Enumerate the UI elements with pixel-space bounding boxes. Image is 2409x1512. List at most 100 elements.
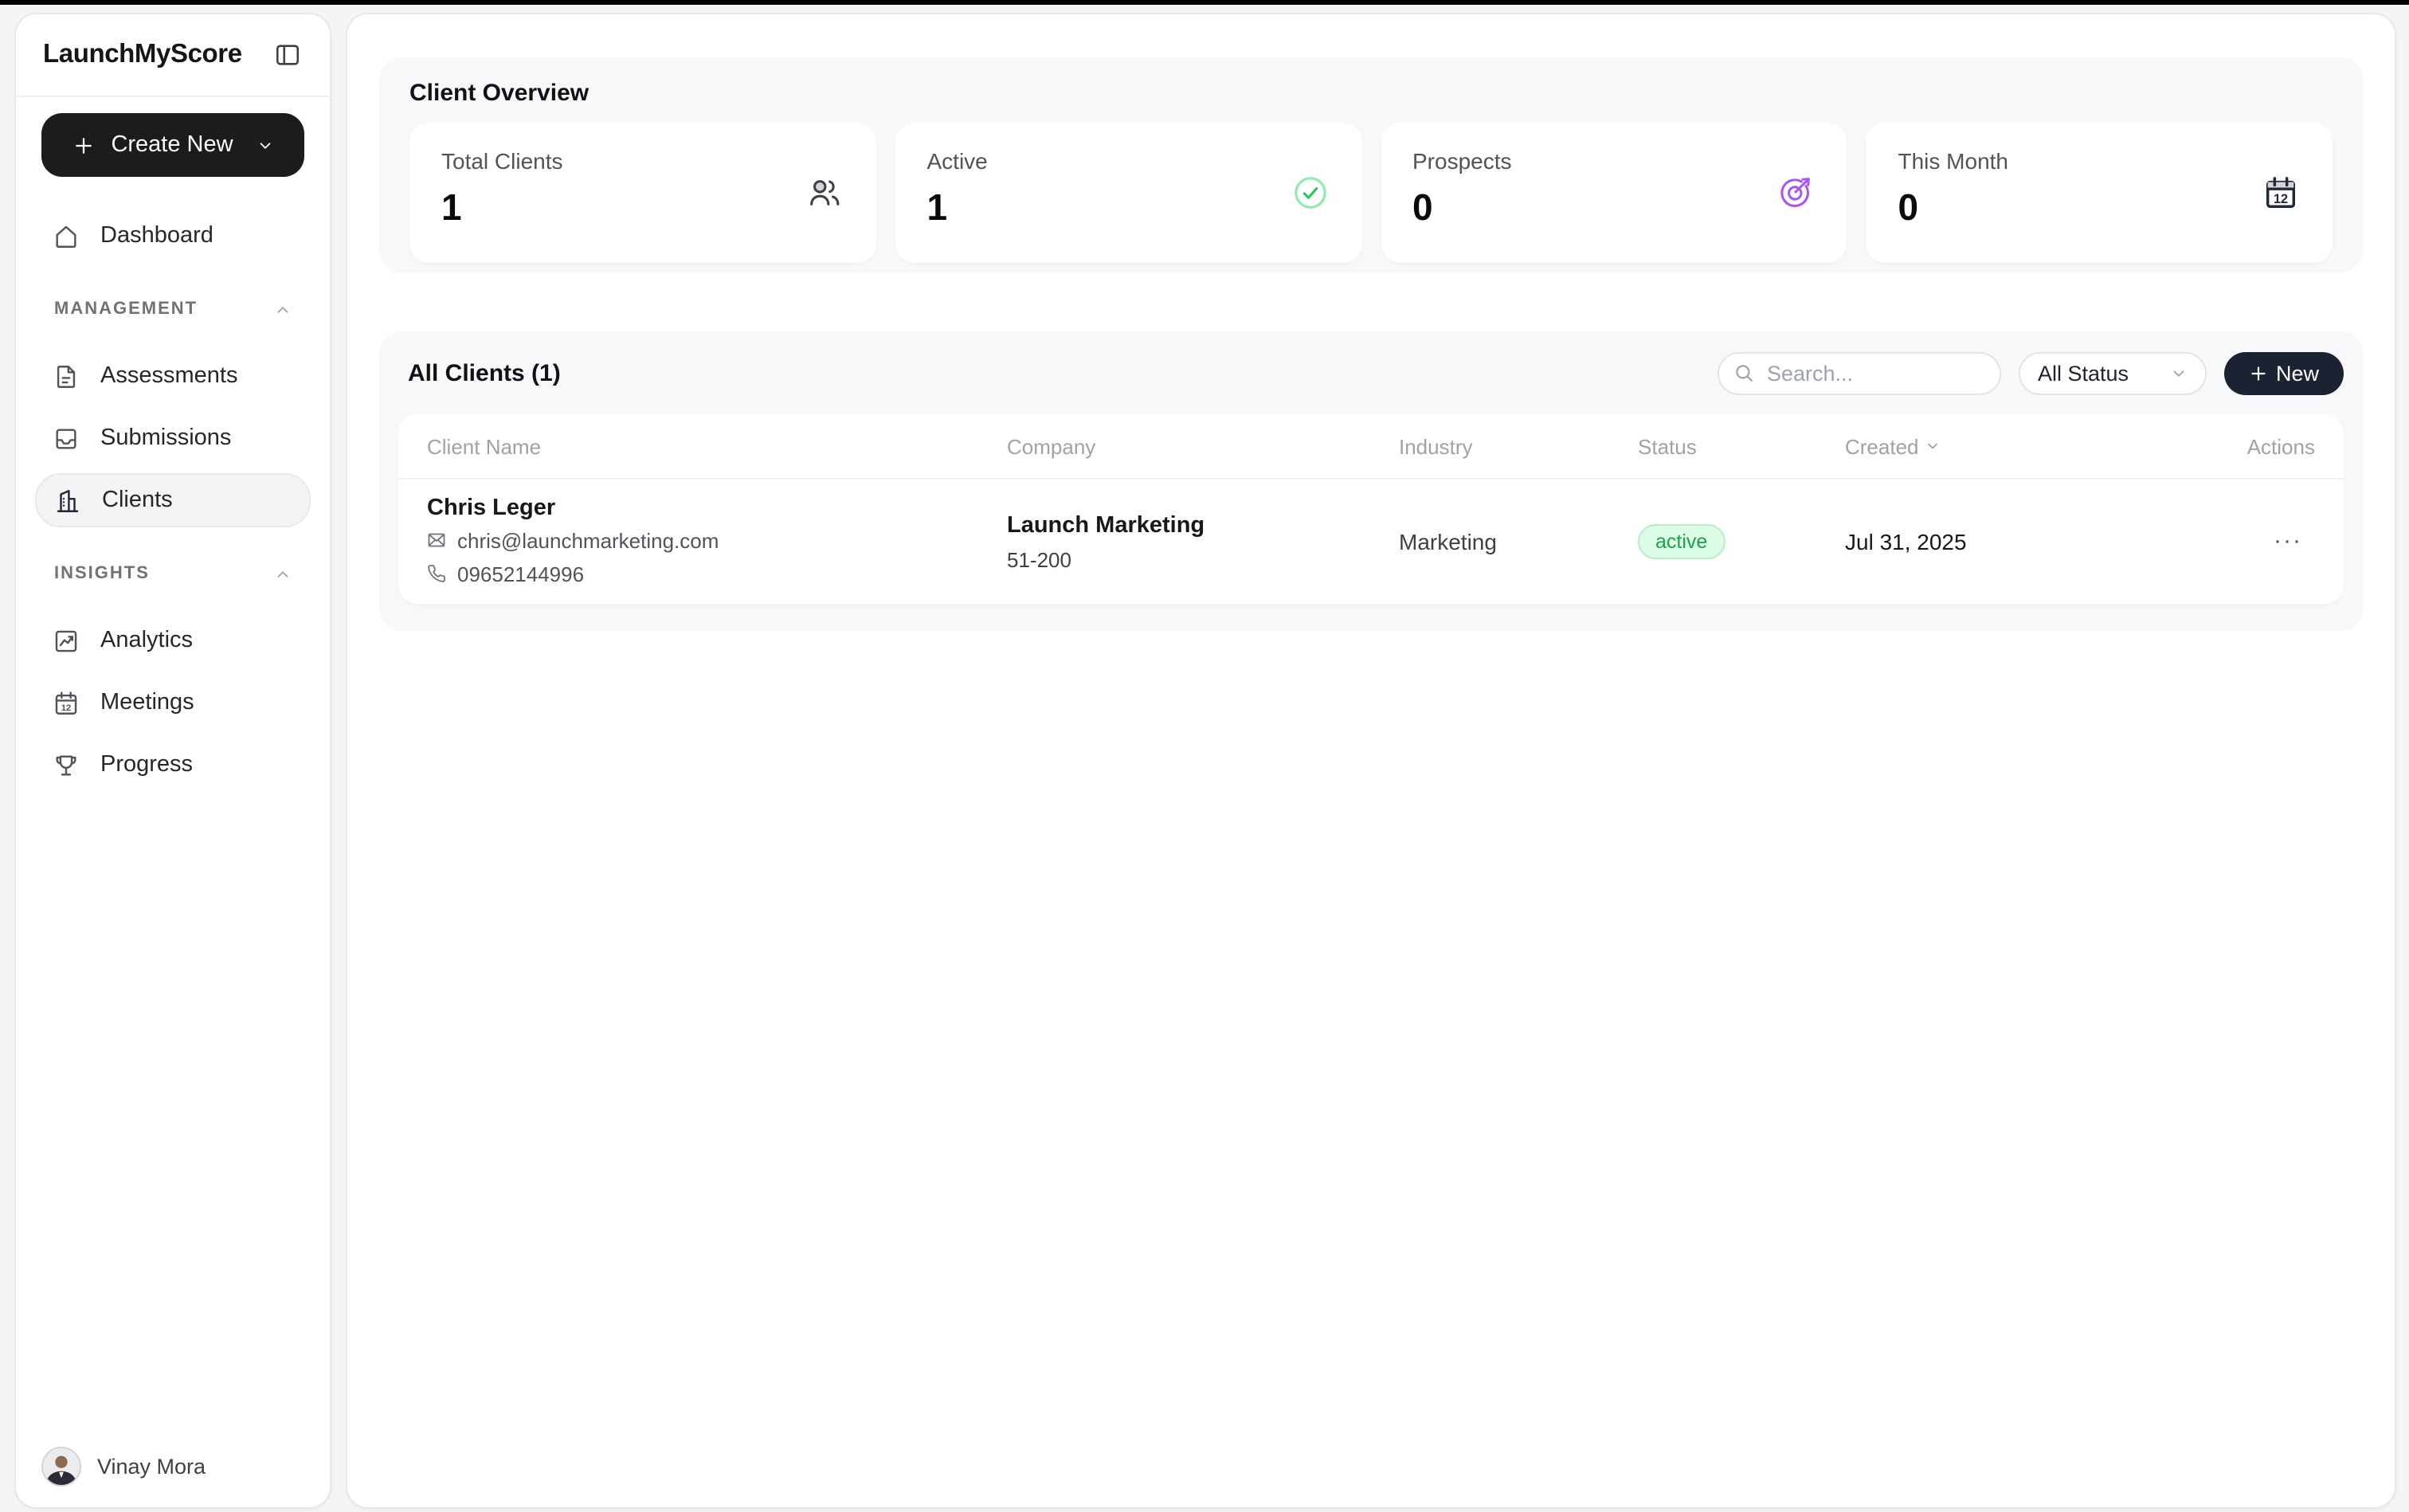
company-cell: Launch Marketing 51-200 [1007,510,1399,572]
stat-value: 1 [441,186,462,228]
client-phone-text: 09652144996 [457,562,585,586]
chart-line-icon [53,627,80,654]
sidebar-item-analytics[interactable]: Analytics [35,613,311,668]
main-content: Client Overview Total Clients 1 Active 1 [346,13,2396,1509]
sidebar-item-label: Progress [100,752,194,778]
stat-label: Active [926,148,988,174]
client-name-cell: Chris Leger chris@launchmarketing.com 09… [427,492,1007,590]
column-header-created[interactable]: Created [1845,434,2235,458]
section-label: MANAGEMENT [54,300,198,319]
created-cell: Jul 31, 2025 [1845,528,1967,554]
plus-icon [2249,362,2270,383]
all-clients-title: All Clients (1) [408,359,561,386]
chevron-up-icon [274,300,292,318]
section-label: INSIGHTS [54,564,150,583]
sidebar-item-clients[interactable]: Clients [35,473,311,527]
created-label: Created [1845,434,1919,458]
client-overview-title: Client Overview [409,80,590,107]
mail-icon [427,531,446,550]
sidebar-item-label: Meetings [100,690,194,715]
column-header-client-name: Client Name [427,434,542,458]
create-new-label: Create New [111,132,233,158]
industry-cell: Marketing [1399,528,1497,554]
nav-section-insights[interactable]: INSIGHTS [35,553,311,594]
sidebar-collapse-icon[interactable] [274,41,303,69]
app-logo: LaunchMyScore [43,40,242,69]
sidebar: LaunchMyScore Create New Dashboard MANAG… [14,13,331,1509]
status-filter-select[interactable]: All Status [2019,351,2207,394]
column-header-company: Company [1007,434,1096,458]
file-text-icon [53,362,80,390]
status-cell: active [1638,523,1845,558]
sort-chevron-down-icon [1925,438,1941,454]
clients-table: Client Name Company Industry Status Crea… [398,414,2344,604]
search-box [1718,351,2001,394]
sidebar-item-meetings[interactable]: 12 Meetings [35,676,311,730]
calendar-icon: 12 [2262,174,2299,211]
column-header-status: Status [1638,434,1697,458]
stat-card-prospects: Prospects 0 [1381,123,1847,263]
new-button-label: New [2275,361,2319,385]
nav-section-management[interactable]: MANAGEMENT [35,288,311,330]
all-clients-header: All Clients (1) All Status [398,351,2344,395]
stat-label: Total Clients [441,148,563,174]
column-header-industry: Industry [1399,434,1473,458]
stat-label: This Month [1898,148,2009,174]
chevron-down-icon [257,136,275,154]
status-badge: active [1638,523,1725,558]
sidebar-item-label: Assessments [100,363,238,389]
all-clients-section: All Clients (1) All Status [379,331,2363,631]
check-circle-icon [1291,174,1328,211]
chevron-down-icon [2170,364,2188,382]
stat-cards: Total Clients 1 Active 1 Prospects 0 Thi… [409,123,2333,263]
column-header-actions: Actions [2246,434,2315,458]
phone-icon [427,564,446,583]
users-icon [806,174,843,211]
user-name: Vinay Mora [97,1455,206,1479]
new-client-button[interactable]: New [2224,351,2344,394]
sidebar-nav: Dashboard MANAGEMENT Assessments Submiss… [16,209,330,792]
sidebar-item-label: Dashboard [100,223,213,249]
window-top-edge [0,0,2409,5]
sidebar-item-label: Clients [102,488,173,513]
svg-text:12: 12 [2274,192,2288,206]
create-new-button[interactable]: Create New [41,113,304,177]
sidebar-item-label: Analytics [100,628,194,653]
svg-text:12: 12 [61,703,72,712]
client-overview-section: Client Overview Total Clients 1 Active 1 [379,57,2363,272]
sidebar-item-submissions[interactable]: Submissions [35,411,311,465]
client-phone: 09652144996 [427,557,1007,590]
stat-card-total-clients: Total Clients 1 [409,123,876,263]
company-name: Launch Marketing [1007,513,1205,539]
chevron-up-icon [274,565,292,582]
table-row[interactable]: Chris Leger chris@launchmarketing.com 09… [398,480,2344,602]
home-icon [53,222,80,249]
search-input[interactable] [1718,351,2001,394]
plus-icon [71,133,95,157]
sidebar-item-assessments[interactable]: Assessments [35,349,311,403]
sidebar-header: LaunchMyScore [16,14,330,97]
status-filter-value: All Status [2038,361,2129,385]
client-email-text: chris@launchmarketing.com [457,528,719,552]
building-icon [54,487,81,514]
client-email: chris@launchmarketing.com [427,523,1007,557]
trophy-icon [53,751,80,778]
inbox-icon [53,425,80,452]
stat-label: Prospects [1412,148,1512,174]
stat-value: 1 [926,186,948,228]
stat-card-active: Active 1 [895,123,1361,263]
sidebar-item-progress[interactable]: Progress [35,738,311,792]
stat-value: 0 [1898,186,1919,228]
app-window: LaunchMyScore Create New Dashboard MANAG… [0,0,2409,1512]
stat-card-this-month: This Month 0 12 [1866,123,2333,263]
row-actions-menu[interactable]: ··· [2235,527,2315,554]
avatar [41,1447,81,1487]
sidebar-item-dashboard[interactable]: Dashboard [35,209,311,263]
sidebar-item-label: Submissions [100,425,232,451]
calendar-icon: 12 [53,689,80,716]
user-menu[interactable]: Vinay Mora [41,1447,206,1487]
client-name: Chris Leger [427,495,556,520]
table-controls: All Status New [1718,351,2344,394]
target-icon [1777,174,1814,211]
table-header-row: Client Name Company Industry Status Crea… [398,414,2344,480]
